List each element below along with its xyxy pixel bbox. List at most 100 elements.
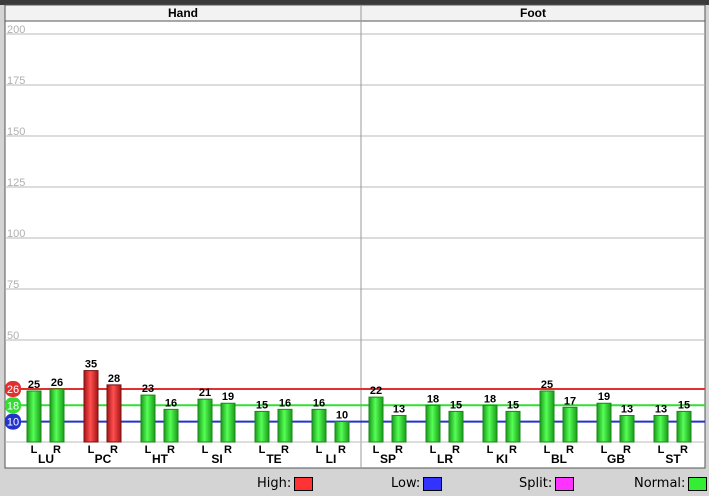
- legend-normal-label: Normal:: [634, 476, 686, 491]
- bar-li-r: [334, 421, 350, 443]
- side-label: R: [452, 444, 460, 456]
- bar-value-label: 10: [336, 410, 348, 422]
- side-label: L: [373, 444, 380, 456]
- side-label: L: [259, 444, 266, 456]
- bar-li-l: [311, 408, 327, 443]
- bar-value-label: 18: [427, 393, 439, 405]
- bar-st-r: [676, 410, 692, 443]
- panel-title-foot: Foot: [520, 6, 546, 20]
- meridian-chart: Hand Foot507510012515017520026181025L26RL…: [0, 0, 709, 469]
- threshold-label-normal: 18: [7, 400, 19, 412]
- bar-value-label: 19: [222, 391, 234, 403]
- bar-value-label: 15: [678, 399, 690, 411]
- side-label: L: [88, 444, 95, 456]
- legend-normal: Normal:: [634, 476, 708, 491]
- bar-gb-r: [619, 414, 635, 443]
- bar-lu-r: [49, 388, 65, 443]
- bar-lr-r: [448, 410, 464, 443]
- threshold-label-high: 26: [7, 384, 19, 396]
- y-tick-label: 150: [7, 126, 25, 138]
- threshold-label-low: 10: [7, 417, 19, 429]
- legend-low-swatch: [423, 476, 443, 491]
- legend-split: Split:: [519, 476, 575, 491]
- bar-value-label: 21: [199, 387, 211, 399]
- bar-bl-l: [539, 390, 555, 443]
- group-label-lu: LU: [38, 452, 54, 466]
- side-label: R: [338, 444, 346, 456]
- legend-normal-swatch: [688, 476, 708, 491]
- y-tick-label: 125: [7, 177, 25, 189]
- panel-header-bar: [4, 4, 706, 22]
- bar-pc-r: [106, 384, 122, 443]
- group-label-sp: SP: [380, 452, 396, 466]
- legend-low: Low:: [391, 476, 443, 491]
- bar-st-l: [653, 414, 669, 443]
- side-label: L: [202, 444, 209, 456]
- bar-te-l: [254, 410, 270, 443]
- bar-value-label: 26: [51, 377, 63, 389]
- y-tick-label: 200: [7, 24, 25, 36]
- bar-pc-l: [83, 370, 99, 443]
- side-label: L: [487, 444, 494, 456]
- side-label: R: [680, 444, 688, 456]
- side-label: R: [281, 444, 289, 456]
- side-label: R: [566, 444, 574, 456]
- bar-te-r: [277, 408, 293, 443]
- bar-value-label: 16: [279, 397, 291, 409]
- legend-high-swatch: [294, 476, 314, 491]
- bar-ki-r: [505, 410, 521, 443]
- legend-high: High:: [257, 476, 314, 491]
- bar-value-label: 16: [313, 397, 325, 409]
- side-label: L: [544, 444, 551, 456]
- side-label: L: [430, 444, 437, 456]
- bar-ki-l: [482, 404, 498, 443]
- group-label-bl: BL: [551, 452, 567, 466]
- top-strip: [0, 0, 709, 5]
- bar-value-label: 22: [370, 385, 382, 397]
- bar-ht-l: [140, 394, 156, 443]
- bar-value-label: 25: [541, 379, 553, 391]
- bar-value-label: 13: [655, 403, 667, 415]
- group-label-pc: PC: [95, 452, 112, 466]
- side-label: R: [395, 444, 403, 456]
- bar-value-label: 35: [85, 359, 97, 371]
- side-label: L: [658, 444, 665, 456]
- y-tick-label: 100: [7, 228, 25, 240]
- bar-value-label: 15: [256, 399, 268, 411]
- side-label: L: [145, 444, 152, 456]
- side-label: L: [31, 444, 38, 456]
- bar-sp-r: [391, 414, 407, 443]
- bar-value-label: 18: [484, 393, 496, 405]
- bar-bl-r: [562, 406, 578, 443]
- group-label-gb: GB: [607, 452, 625, 466]
- group-label-ki: KI: [496, 452, 508, 466]
- y-tick-label: 50: [7, 330, 19, 342]
- y-tick-label: 175: [7, 75, 25, 87]
- side-label: L: [316, 444, 323, 456]
- bar-value-label: 19: [598, 391, 610, 403]
- bar-sp-l: [368, 396, 384, 443]
- bar-value-label: 25: [28, 379, 40, 391]
- bar-value-label: 16: [165, 397, 177, 409]
- bar-value-label: 13: [621, 403, 633, 415]
- bar-value-label: 23: [142, 383, 154, 395]
- bar-si-l: [197, 398, 213, 443]
- group-label-te: TE: [266, 452, 281, 466]
- bar-value-label: 15: [450, 399, 462, 411]
- bar-lr-l: [425, 404, 441, 443]
- group-label-st: ST: [665, 452, 681, 466]
- group-label-lr: LR: [437, 452, 453, 466]
- bar-value-label: 28: [108, 373, 120, 385]
- side-label: R: [167, 444, 175, 456]
- legend: High: Low: Split: Normal:: [0, 470, 709, 496]
- legend-high-label: High:: [257, 476, 292, 491]
- y-tick-label: 75: [7, 279, 19, 291]
- bar-si-r: [220, 402, 236, 443]
- legend-split-label: Split:: [519, 476, 553, 491]
- bar-value-label: 13: [393, 403, 405, 415]
- bar-value-label: 15: [507, 399, 519, 411]
- side-label: R: [509, 444, 517, 456]
- group-label-si: SI: [211, 452, 222, 466]
- side-label: R: [53, 444, 61, 456]
- bar-value-label: 17: [564, 395, 576, 407]
